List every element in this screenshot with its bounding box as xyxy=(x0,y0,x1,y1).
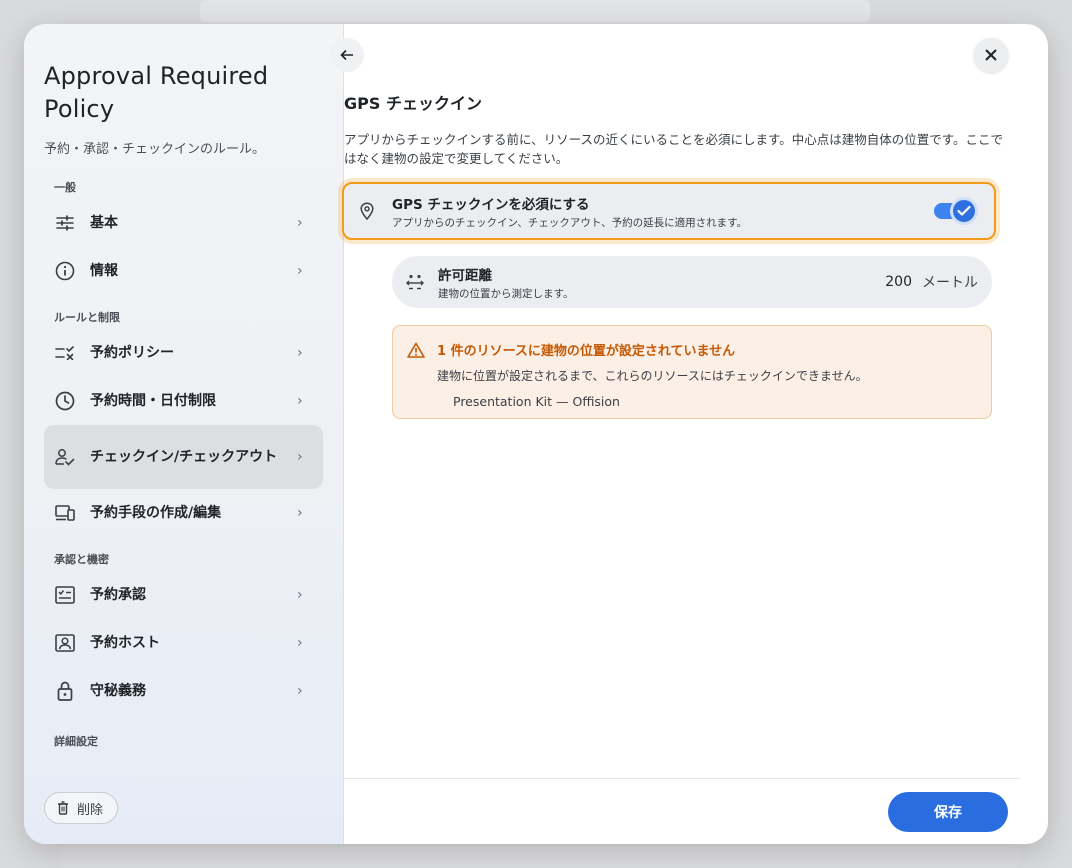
policy-subtitle: 予約・承認・チェックインのルール。 xyxy=(44,142,266,157)
gps-toggle-switch[interactable] xyxy=(934,197,978,225)
policy-title: Approval Required Policy xyxy=(44,62,269,123)
chevron-right-icon: › xyxy=(297,587,303,603)
sidebar-item-label: 基本 xyxy=(90,215,118,231)
back-button[interactable] xyxy=(330,38,364,72)
sidebar-item-time-limits[interactable]: 予約時間・日付制限 › xyxy=(44,377,323,425)
sidebar-item-label: 予約承認 xyxy=(90,587,146,603)
chevron-right-icon: › xyxy=(297,345,303,361)
policy-modal: Approval Required Policy 予約・承認・チェックインのルー… xyxy=(24,24,1048,844)
chevron-right-icon: › xyxy=(297,635,303,651)
warning-title: 1 件のリソースに建物の位置が設定されていません xyxy=(437,344,736,359)
sliders-icon xyxy=(54,212,76,234)
chevron-right-icon: › xyxy=(297,263,303,279)
location-pin-icon xyxy=(360,202,378,220)
sidebar-item-label: 守秘義務 xyxy=(90,683,146,699)
chevron-right-icon: › xyxy=(297,215,303,231)
sidebar-item-confidentiality[interactable]: 守秘義務 › xyxy=(44,667,323,715)
gps-toggle-sublabel: アプリからのチェックイン、チェックアウト、予約の延長に適用されます。 xyxy=(392,216,748,229)
warning-resource-item: Presentation Kit — Offision xyxy=(453,394,620,409)
warning-icon xyxy=(407,342,425,358)
lock-icon xyxy=(54,680,76,702)
close-button[interactable] xyxy=(974,38,1008,72)
approval-icon xyxy=(54,584,76,606)
gps-toggle-label: GPS チェックインを必須にする xyxy=(392,196,590,213)
checkmark-icon xyxy=(957,205,971,217)
chevron-right-icon: › xyxy=(297,449,303,465)
section-general: 一般 xyxy=(54,181,76,194)
section-approval: 承認と機密 xyxy=(54,553,109,566)
person-check-icon xyxy=(54,446,76,468)
distance-sublabel: 建物の位置から測定します。 xyxy=(438,287,574,300)
sidebar-item-label: 予約手段の作成/編集 xyxy=(90,505,222,521)
page-title: GPS チェックイン xyxy=(344,94,482,113)
section-rules: ルールと制限 xyxy=(54,311,120,324)
sidebar-item-info[interactable]: 情報 › xyxy=(44,247,323,295)
host-icon xyxy=(54,632,76,654)
sidebar-item-label: 予約時間・日付制限 xyxy=(90,393,216,409)
distance-label: 許可距離 xyxy=(438,267,492,284)
background-header xyxy=(200,0,870,22)
sidebar-item-label: チェックイン/チェックアウト xyxy=(90,449,278,465)
close-icon xyxy=(984,48,998,62)
sidebar-item-host[interactable]: 予約ホスト › xyxy=(44,619,323,667)
sidebar-item-reservation-policy[interactable]: 予約ポリシー › xyxy=(44,329,323,377)
delete-label: 削除 xyxy=(77,801,104,817)
allowed-distance-setting[interactable]: 許可距離 建物の位置から測定します。 200 メートル xyxy=(392,256,992,308)
sidebar-item-label: 情報 xyxy=(90,263,118,279)
clock-icon xyxy=(54,390,76,412)
sidebar-item-basic[interactable]: 基本 › xyxy=(44,199,323,247)
section-advanced: 詳細設定 xyxy=(54,735,98,748)
sidebar-item-label: 予約ホスト xyxy=(90,635,160,651)
devices-icon xyxy=(54,502,76,524)
sidebar-item-approval[interactable]: 予約承認 › xyxy=(44,571,323,619)
arrow-left-icon xyxy=(340,48,354,62)
chevron-right-icon: › xyxy=(297,505,303,521)
chevron-right-icon: › xyxy=(297,393,303,409)
toggle-knob xyxy=(950,197,978,225)
sidebar-item-checkin-checkout[interactable]: チェックイン/チェックアウト › xyxy=(44,425,323,489)
delete-button[interactable]: 削除 xyxy=(44,792,119,824)
main-panel: GPS チェックイン アプリからチェックインする前に、リソースの近くにいることを… xyxy=(330,24,1048,844)
sidebar: Approval Required Policy 予約・承認・チェックインのルー… xyxy=(24,24,344,844)
info-icon xyxy=(54,260,76,282)
sidebar-item-booking-methods[interactable]: 予約手段の作成/編集 › xyxy=(44,489,323,537)
footer-divider xyxy=(344,778,1020,779)
gps-checkin-setting[interactable]: GPS チェックインを必須にする アプリからのチェックイン、チェックアウト、予約… xyxy=(342,182,996,240)
save-button[interactable]: 保存 xyxy=(888,792,1008,832)
chevron-right-icon: › xyxy=(297,683,303,699)
trash-icon xyxy=(57,801,69,815)
background-footer xyxy=(60,846,1020,868)
distance-icon xyxy=(406,274,424,290)
distance-unit: メートル xyxy=(922,275,978,291)
warning-description: 建物に位置が設定されるまで、これらのリソースにはチェックインできません。 xyxy=(437,369,868,383)
missing-location-warning: 1 件のリソースに建物の位置が設定されていません 建物に位置が設定されるまで、こ… xyxy=(392,325,992,419)
sidebar-item-label: 予約ポリシー xyxy=(90,345,174,361)
checklist-icon xyxy=(54,342,76,364)
page-description: アプリからチェックインする前に、リソースの近くにいることを必須にします。中心点は… xyxy=(344,132,1004,166)
distance-value[interactable]: 200 xyxy=(885,274,912,290)
